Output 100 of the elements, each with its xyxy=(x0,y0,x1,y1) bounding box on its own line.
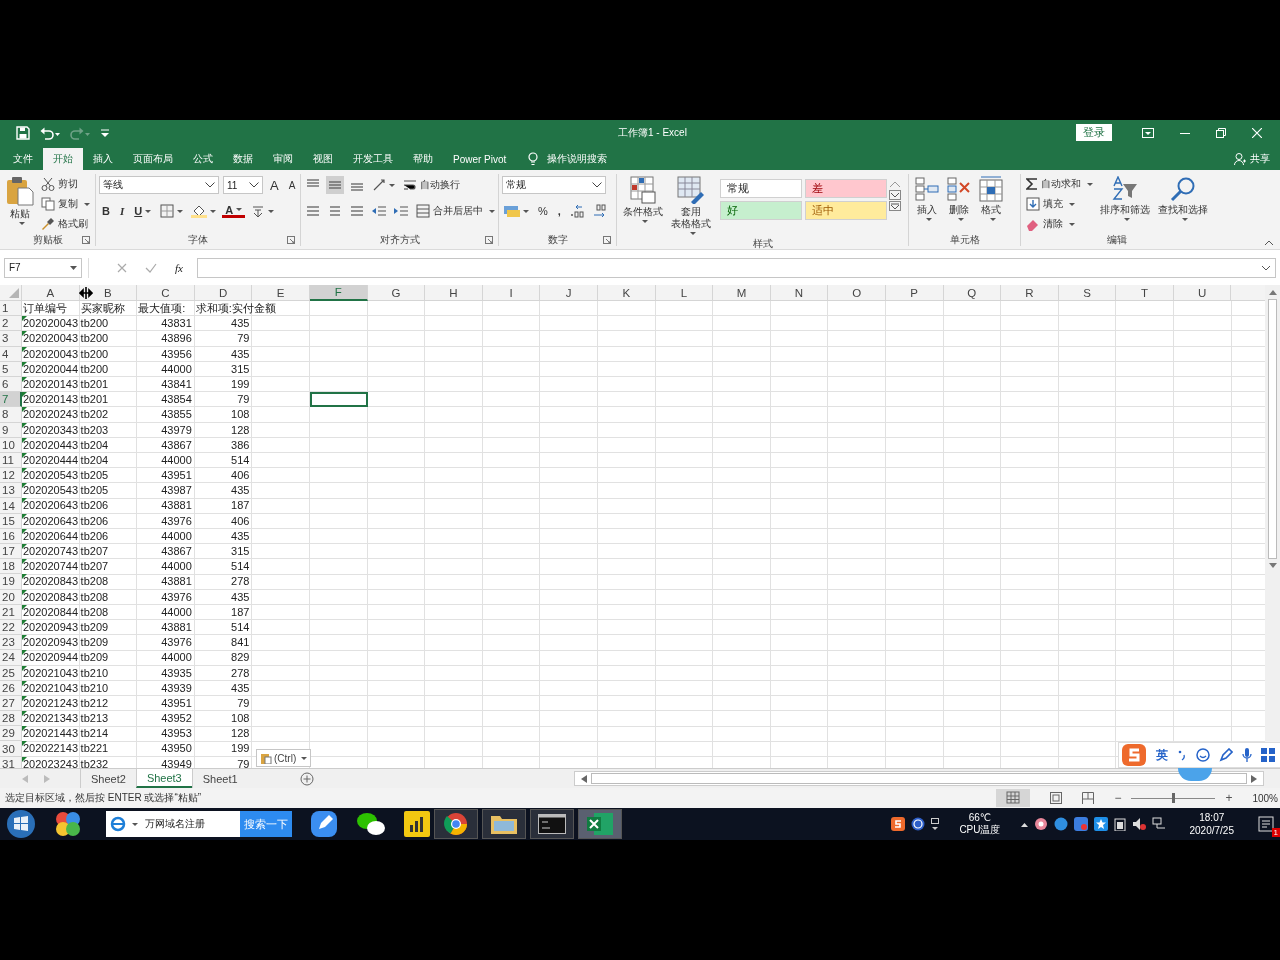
sort-filter-button[interactable]: 排序和筛选 xyxy=(1097,174,1153,223)
column-header[interactable]: Q xyxy=(943,285,1002,301)
row-header[interactable]: 18 xyxy=(0,559,22,575)
fill-button[interactable]: 填充 xyxy=(1024,195,1095,213)
autosum-button[interactable]: 自动求和 xyxy=(1024,175,1095,193)
clear-button[interactable]: 清除 xyxy=(1024,215,1095,233)
table-cell-text: tb201 xyxy=(79,376,110,392)
table-cell-text: 315 xyxy=(230,544,251,559)
insert-function-button[interactable]: fx xyxy=(175,261,183,274)
ribbon-tab[interactable]: 文件 xyxy=(0,148,43,170)
tell-me-search[interactable]: 操作说明搜索 xyxy=(528,148,608,170)
input-method-toolbar[interactable]: 英 xyxy=(1118,742,1280,768)
row-header[interactable]: 24 xyxy=(0,650,22,666)
column-header[interactable]: T xyxy=(1116,285,1174,301)
shrink-font-button[interactable]: A xyxy=(285,176,299,194)
find-select-button[interactable]: 查找和选择 xyxy=(1155,174,1211,223)
share-button[interactable]: 共享 xyxy=(1234,148,1270,170)
cell-style-option[interactable]: 适中 xyxy=(805,201,887,220)
row-header[interactable]: 7 xyxy=(0,392,22,408)
ribbon-tab[interactable]: 开始 xyxy=(43,148,83,170)
cell-style-option[interactable]: 差 xyxy=(805,179,887,198)
row-header[interactable]: 30 xyxy=(0,741,22,757)
row-header[interactable]: 23 xyxy=(0,635,22,651)
column-header[interactable]: U xyxy=(1173,285,1232,301)
row-header[interactable]: 12 xyxy=(0,468,22,484)
font-color-button[interactable]: A xyxy=(222,204,246,218)
ribbon-tab[interactable]: 数据 xyxy=(223,148,263,170)
table-cell-text: tb205 xyxy=(79,468,110,484)
row-header[interactable]: 17 xyxy=(0,544,22,560)
cell-style-option[interactable]: 好 xyxy=(720,201,802,220)
ribbon-tab[interactable]: 插入 xyxy=(83,148,123,170)
ribbon-tab[interactable]: 开发工具 xyxy=(343,148,403,170)
row-header[interactable]: 1 xyxy=(0,301,22,317)
column-header[interactable]: O xyxy=(828,285,886,301)
row-header[interactable]: 19 xyxy=(0,574,22,590)
ribbon-tab[interactable]: 帮助 xyxy=(403,148,443,170)
grow-font-button[interactable]: A xyxy=(267,176,282,194)
bold-button[interactable]: B xyxy=(99,202,113,220)
sign-in-button[interactable]: 登录 xyxy=(1076,124,1112,141)
column-header[interactable]: L xyxy=(655,285,714,301)
row-header[interactable]: 29 xyxy=(0,726,22,742)
column-header[interactable]: E xyxy=(252,285,310,301)
column-header[interactable]: H xyxy=(425,285,483,301)
row-header[interactable]: 13 xyxy=(0,483,22,499)
insert-button[interactable]: 插入 xyxy=(912,174,942,223)
number-format-field[interactable]: 常规 xyxy=(502,176,606,194)
column-header[interactable]: N xyxy=(770,285,829,301)
paste-options-button[interactable]: (Ctrl) xyxy=(256,749,312,767)
column-header[interactable]: F xyxy=(309,285,368,301)
font-size-field[interactable]: 11 xyxy=(223,176,263,194)
table-cell-text: 435 xyxy=(230,680,251,696)
name-box[interactable]: F7 xyxy=(4,257,82,278)
italic-button[interactable]: I xyxy=(116,202,128,220)
paste-button[interactable]: 粘贴 xyxy=(3,174,37,227)
delete-button[interactable]: 删除 xyxy=(944,174,974,223)
column-header[interactable]: S xyxy=(1058,285,1117,301)
column-header[interactable]: I xyxy=(482,285,541,301)
cell-style-option[interactable]: 常规 xyxy=(720,179,802,198)
merge-center-button[interactable]: 合并后居中 xyxy=(414,202,497,220)
row-header[interactable]: 2 xyxy=(0,316,22,332)
ribbon-tab[interactable]: Power Pivot xyxy=(443,148,517,170)
row-header[interactable]: 8 xyxy=(0,407,22,423)
table-cell: 202021043 xyxy=(22,665,80,681)
table-cell-text: tb209 xyxy=(79,619,110,635)
row-header[interactable]: 14 xyxy=(0,498,22,514)
row-header[interactable]: 28 xyxy=(0,711,22,727)
column-header[interactable]: K xyxy=(597,285,656,301)
sheet-tab[interactable]: Sheet3 xyxy=(135,769,192,788)
cut-button[interactable]: 剪切 xyxy=(39,175,92,193)
ribbon-tab[interactable]: 视图 xyxy=(303,148,343,170)
comma-button[interactable]: , xyxy=(554,202,564,220)
search-field[interactable]: 万网域名注册 xyxy=(106,811,240,837)
ribbon-tab[interactable]: 审阅 xyxy=(263,148,303,170)
percent-button[interactable]: % xyxy=(535,202,551,220)
format-button[interactable]: 格式 xyxy=(976,174,1006,223)
column-header[interactable]: G xyxy=(367,285,426,301)
ribbon-tab[interactable]: 公式 xyxy=(183,148,223,170)
column-header[interactable]: M xyxy=(713,285,771,301)
underline-button[interactable]: U xyxy=(131,202,155,220)
wrap-text-button[interactable]: 自动换行 xyxy=(401,176,462,194)
column-header[interactable]: D xyxy=(194,285,253,301)
table-cell-text: 订单编号 xyxy=(22,301,68,316)
copy-button[interactable]: 复制 xyxy=(39,195,92,213)
format-as-table-button[interactable]: 套用 表格格式 xyxy=(668,174,714,237)
row-header[interactable]: 3 xyxy=(0,331,22,347)
column-header[interactable]: A xyxy=(22,285,80,301)
font-name-field[interactable]: 等线 xyxy=(99,176,219,194)
table-cell: 202020243 xyxy=(22,407,80,423)
zoom-out-button[interactable]: − xyxy=(1114,791,1122,805)
format-painter-button[interactable]: 格式刷 xyxy=(39,215,92,233)
column-header[interactable]: J xyxy=(540,285,598,301)
column-header[interactable]: R xyxy=(1001,285,1059,301)
table-cell: 202020944 xyxy=(22,650,80,666)
column-header[interactable]: C xyxy=(137,285,195,301)
conditional-formatting-button[interactable]: 条件格式 xyxy=(620,174,666,225)
zoom-in-button[interactable]: + xyxy=(1225,791,1233,805)
ribbon-tab[interactable]: 页面布局 xyxy=(123,148,183,170)
table-cell-text: 44000 xyxy=(160,559,193,575)
column-header[interactable]: P xyxy=(885,285,944,301)
language-mode[interactable]: 英 xyxy=(1156,746,1168,764)
